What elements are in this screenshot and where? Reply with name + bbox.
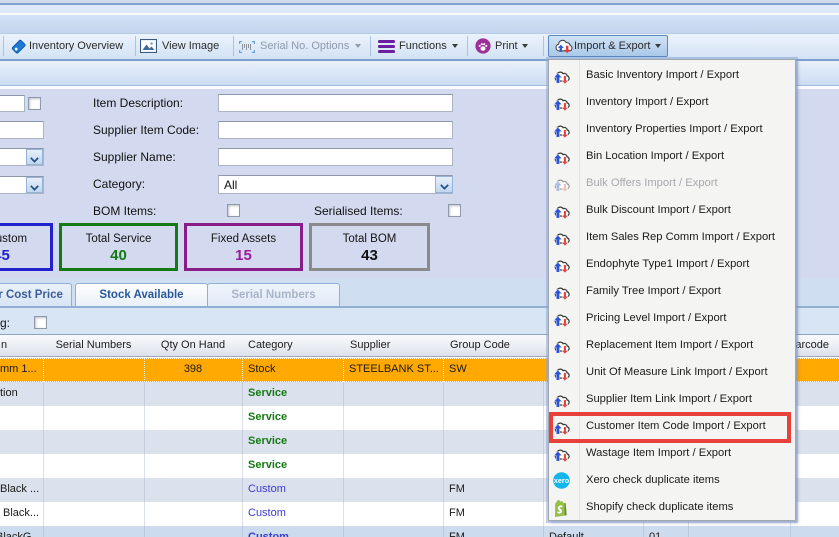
svg-text:xero: xero	[554, 476, 570, 485]
